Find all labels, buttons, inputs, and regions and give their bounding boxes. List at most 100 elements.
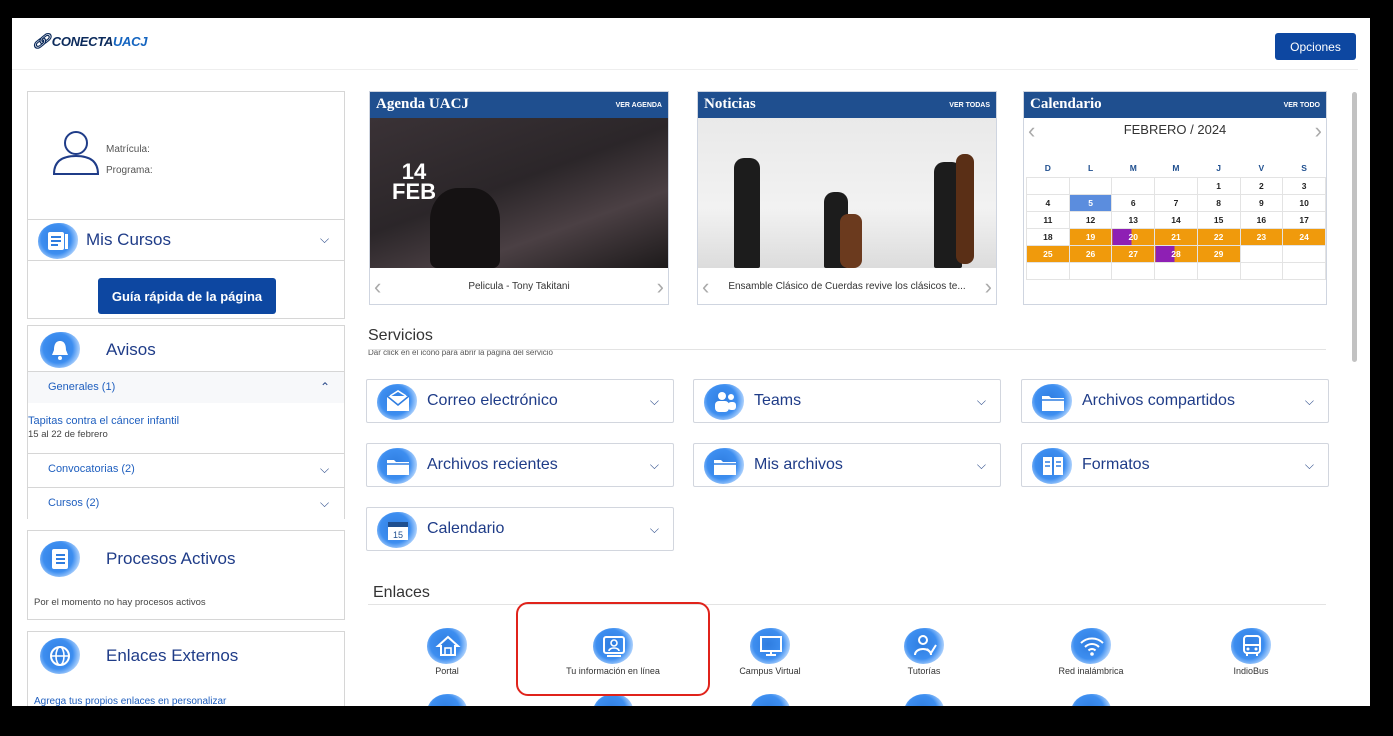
calendar-day[interactable]: 6: [1111, 193, 1156, 212]
cursos-label: Cursos (2): [48, 497, 100, 509]
calendar-day[interactable]: 9: [1239, 193, 1284, 212]
link-label[interactable]: IndioBus: [1196, 666, 1306, 676]
calendar-day[interactable]: 23: [1239, 227, 1284, 246]
link-item[interactable]: IndioBus: [1196, 628, 1306, 682]
folder-icon[interactable]: [377, 448, 417, 484]
service-card[interactable]: Archivos recientes ⌵: [366, 443, 674, 487]
calendar-icon[interactable]: 15: [377, 512, 417, 548]
calendar-day[interactable]: 1: [1196, 176, 1241, 195]
scrollbar[interactable]: [1350, 70, 1358, 706]
calendar-day[interactable]: 26: [1068, 244, 1113, 263]
photo-cello: [840, 214, 862, 268]
calendar-day[interactable]: 15: [1196, 210, 1241, 229]
calendar-day[interactable]: 16: [1239, 210, 1284, 229]
noticias-caption[interactable]: Ensamble Clásico de Cuerdas revive los c…: [722, 281, 972, 292]
chevron-down-icon[interactable]: ⌵: [977, 458, 986, 473]
calendar-day[interactable]: 2: [1239, 176, 1284, 195]
monitor-icon[interactable]: [750, 628, 790, 664]
calendar-day[interactable]: 17: [1282, 210, 1326, 229]
service-card[interactable]: Correo electrónico ⌵: [366, 379, 674, 423]
quick-guide-button[interactable]: Guía rápida de la página: [98, 278, 276, 314]
calendar-day[interactable]: 13: [1111, 210, 1156, 229]
calendar-day[interactable]: 8: [1196, 193, 1241, 212]
calendar-day[interactable]: 19: [1068, 227, 1113, 246]
calendar-day[interactable]: 29: [1196, 244, 1241, 263]
calendar-day[interactable]: 18: [1026, 227, 1070, 246]
calendar-day[interactable]: 22: [1196, 227, 1241, 246]
calendar-week: 18 19 20 21 22 23 24: [1026, 227, 1326, 246]
agenda-poster-image[interactable]: 14 FEB: [370, 118, 668, 268]
carousel-prev-icon[interactable]: ‹: [374, 274, 381, 300]
link-item[interactable]: Tutorías: [869, 628, 979, 682]
agenda-caption[interactable]: Pelicula - Tony Takitani: [394, 281, 644, 292]
generales-toggle[interactable]: Generales (1) ⌃: [28, 371, 344, 403]
partial-link-icon[interactable]: [750, 694, 790, 706]
folder-icon[interactable]: [1032, 384, 1072, 420]
service-card[interactable]: Teams ⌵: [693, 379, 1001, 423]
calendar-next-icon[interactable]: ›: [1315, 118, 1322, 144]
ver-todo-link[interactable]: VER TODO: [1284, 102, 1320, 109]
link-item[interactable]: Campus Virtual: [715, 628, 825, 682]
home-icon[interactable]: [427, 628, 467, 664]
partial-link-icon[interactable]: [904, 694, 944, 706]
aviso-title[interactable]: Tapitas contra el cáncer infantil: [28, 415, 179, 427]
scrollbar-thumb[interactable]: [1352, 92, 1357, 362]
service-card[interactable]: Formatos ⌵: [1021, 443, 1329, 487]
noticias-photo[interactable]: [698, 118, 996, 268]
calendar-day[interactable]: 10: [1282, 193, 1326, 212]
tutor-icon[interactable]: [904, 628, 944, 664]
carousel-prev-icon[interactable]: ‹: [702, 274, 709, 300]
link-label[interactable]: Tutorías: [869, 666, 979, 676]
chevron-down-icon[interactable]: ⌵: [977, 394, 986, 409]
calendar-day[interactable]: 5: [1068, 193, 1113, 212]
mis-cursos-toggle[interactable]: Mis Cursos ⌵: [28, 219, 344, 261]
partial-link-icon[interactable]: [1071, 694, 1111, 706]
ver-agenda-link[interactable]: VER AGENDA: [616, 102, 662, 109]
wifi-icon[interactable]: [1071, 628, 1111, 664]
partial-link-icon[interactable]: [427, 694, 467, 706]
envelope-icon[interactable]: [377, 384, 417, 420]
document-icon[interactable]: [1032, 448, 1072, 484]
chevron-down-icon[interactable]: ⌵: [1305, 394, 1314, 409]
service-card[interactable]: Mis archivos ⌵: [693, 443, 1001, 487]
service-card[interactable]: Archivos compartidos ⌵: [1021, 379, 1329, 423]
calendar-day[interactable]: 12: [1068, 210, 1113, 229]
conecta-uacj-logo[interactable]: 🔗︎CONECTAUACJ: [32, 32, 147, 50]
service-label: Correo electrónico: [427, 392, 558, 409]
chevron-down-icon[interactable]: ⌵: [650, 458, 659, 473]
link-item[interactable]: Red inalámbrica: [1036, 628, 1146, 682]
options-button[interactable]: Opciones: [1275, 33, 1356, 60]
calendar-day[interactable]: 24: [1282, 227, 1326, 246]
avisos-card: Avisos Generales (1) ⌃ Tapitas contra el…: [27, 325, 345, 519]
calendar-day[interactable]: 7: [1154, 193, 1198, 212]
link-label[interactable]: Red inalámbrica: [1036, 666, 1146, 676]
calendar-day[interactable]: 21: [1154, 227, 1198, 246]
link-label[interactable]: Campus Virtual: [715, 666, 825, 676]
carousel-next-icon[interactable]: ›: [985, 274, 992, 300]
calendar-day[interactable]: 28: [1154, 244, 1198, 263]
teams-icon[interactable]: [704, 384, 744, 420]
bus-icon[interactable]: [1231, 628, 1271, 664]
calendar-day[interactable]: 14: [1154, 210, 1198, 229]
calendar-day[interactable]: 11: [1026, 210, 1070, 229]
calendar-week: 25 26 27 28 29: [1026, 244, 1326, 263]
calendar-day[interactable]: 25: [1026, 244, 1070, 263]
chevron-down-icon[interactable]: ⌵: [650, 394, 659, 409]
calendar-day[interactable]: 27: [1111, 244, 1156, 263]
profile-card: Matrícula: Programa: Mis Cursos ⌵ Guía r…: [27, 91, 345, 319]
carousel-next-icon[interactable]: ›: [657, 274, 664, 300]
chevron-down-icon[interactable]: ⌵: [650, 522, 659, 537]
aviso-item[interactable]: Tapitas contra el cáncer infantil 15 al …: [28, 409, 344, 451]
chevron-down-icon[interactable]: ⌵: [1305, 458, 1314, 473]
convocatorias-toggle[interactable]: Convocatorias (2) ⌵: [28, 453, 344, 485]
link-item[interactable]: Portal: [392, 628, 502, 682]
cursos-toggle[interactable]: Cursos (2) ⌵: [28, 487, 344, 519]
link-label[interactable]: Portal: [392, 666, 502, 676]
calendar-day[interactable]: 3: [1282, 176, 1326, 195]
service-card[interactable]: 15 Calendario ⌵: [366, 507, 674, 551]
calendar-day[interactable]: 20: [1111, 227, 1156, 246]
calendar-day[interactable]: 4: [1026, 193, 1070, 212]
ver-todas-link[interactable]: VER TODAS: [949, 102, 990, 109]
enlaces-externos-message[interactable]: Agrega tus propios enlaces en personaliz…: [34, 696, 226, 706]
folder-icon[interactable]: [704, 448, 744, 484]
